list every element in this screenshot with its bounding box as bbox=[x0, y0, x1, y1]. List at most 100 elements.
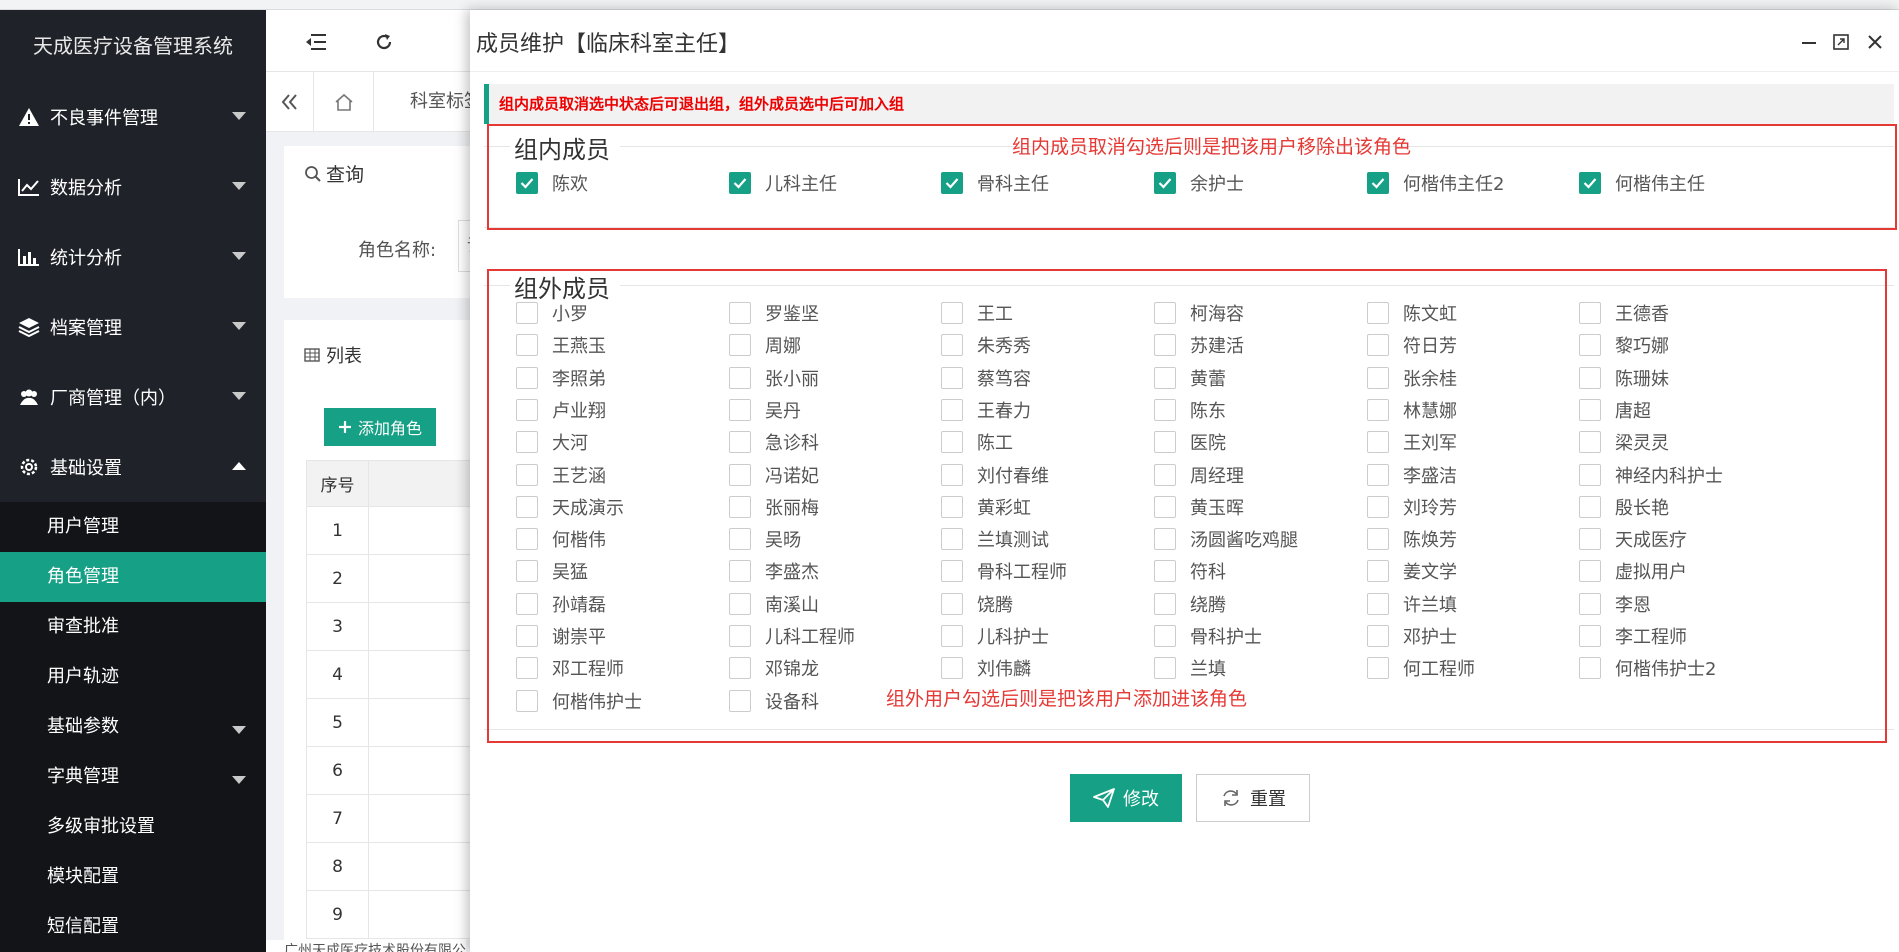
refresh-icon[interactable] bbox=[370, 28, 398, 56]
checkbox[interactable] bbox=[516, 463, 538, 486]
checkbox[interactable] bbox=[1579, 528, 1601, 551]
sidebar-item-user-management[interactable]: 用户管理 bbox=[0, 502, 266, 552]
out-group-member[interactable]: 黎巧娜 bbox=[1579, 332, 1669, 358]
checkbox[interactable] bbox=[516, 528, 538, 551]
sidebar-item-basic-params[interactable]: 基础参数 bbox=[0, 702, 266, 752]
tab-scroll-left-icon[interactable] bbox=[266, 72, 314, 132]
sidebar-item-module-config[interactable]: 模块配置 bbox=[0, 852, 266, 902]
checkbox[interactable] bbox=[1579, 560, 1601, 583]
checkbox[interactable] bbox=[516, 657, 538, 680]
out-group-member[interactable]: 林慧娜 bbox=[1367, 397, 1457, 423]
checkbox[interactable] bbox=[1367, 625, 1389, 647]
checkbox[interactable] bbox=[941, 495, 963, 518]
out-group-member[interactable]: 王刘军 bbox=[1367, 429, 1457, 455]
checkbox[interactable] bbox=[1579, 366, 1601, 389]
checkbox[interactable] bbox=[1579, 398, 1601, 421]
checkbox[interactable] bbox=[729, 366, 751, 389]
checkbox-checked[interactable] bbox=[1367, 172, 1389, 194]
out-group-member[interactable]: 陈东 bbox=[1154, 397, 1226, 423]
out-group-member[interactable]: 骨科工程师 bbox=[941, 558, 1067, 584]
out-group-member[interactable]: 何楷伟护士2 bbox=[1579, 655, 1716, 681]
out-group-member[interactable]: 孙靖磊 bbox=[516, 591, 606, 617]
out-group-member[interactable]: 蔡笃容 bbox=[941, 365, 1031, 391]
menu-basic-settings[interactable]: 基础设置 bbox=[0, 432, 266, 502]
checkbox[interactable] bbox=[729, 592, 751, 615]
checkbox-checked[interactable] bbox=[1154, 172, 1176, 194]
out-group-member[interactable]: 陈文虹 bbox=[1367, 300, 1457, 326]
out-group-member[interactable]: 张余桂 bbox=[1367, 365, 1457, 391]
checkbox[interactable] bbox=[1367, 657, 1389, 680]
in-group-member[interactable]: 余护士 bbox=[1154, 170, 1244, 196]
out-group-member[interactable]: 卢业翔 bbox=[516, 397, 606, 423]
checkbox[interactable] bbox=[729, 657, 751, 680]
collapse-menu-icon[interactable] bbox=[302, 28, 330, 56]
checkbox-checked[interactable] bbox=[516, 172, 538, 194]
out-group-member[interactable]: 张丽梅 bbox=[729, 494, 819, 520]
out-group-member[interactable]: 邓护士 bbox=[1367, 623, 1457, 649]
out-group-member[interactable]: 设备科 bbox=[729, 688, 819, 714]
sidebar-item-sms-config[interactable]: 短信配置 bbox=[0, 902, 266, 952]
checkbox[interactable] bbox=[1367, 431, 1389, 454]
checkbox[interactable] bbox=[729, 334, 751, 357]
checkbox[interactable] bbox=[729, 625, 751, 647]
out-group-member[interactable]: 兰填 bbox=[1154, 655, 1226, 681]
checkbox[interactable] bbox=[516, 431, 538, 454]
out-group-member[interactable]: 邓锦龙 bbox=[729, 655, 819, 681]
menu-adverse-events[interactable]: 不良事件管理 bbox=[0, 82, 266, 152]
home-icon[interactable] bbox=[314, 72, 374, 132]
checkbox-checked[interactable] bbox=[729, 172, 751, 194]
checkbox[interactable] bbox=[516, 689, 538, 712]
out-group-member[interactable]: 兰填测试 bbox=[941, 526, 1049, 552]
out-group-member[interactable]: 南溪山 bbox=[729, 591, 819, 617]
out-group-member[interactable]: 符日芳 bbox=[1367, 332, 1457, 358]
out-group-member[interactable]: 急诊科 bbox=[729, 429, 819, 455]
checkbox[interactable] bbox=[941, 657, 963, 680]
checkbox-checked[interactable] bbox=[1579, 172, 1601, 194]
checkbox[interactable] bbox=[1154, 463, 1176, 486]
out-group-member[interactable]: 神经内科护士 bbox=[1579, 462, 1723, 488]
minimize-icon[interactable] bbox=[1797, 30, 1821, 54]
checkbox[interactable] bbox=[729, 495, 751, 518]
checkbox[interactable] bbox=[941, 431, 963, 454]
checkbox[interactable] bbox=[1154, 431, 1176, 454]
out-group-member[interactable]: 黄玉晖 bbox=[1154, 494, 1244, 520]
out-group-member[interactable]: 黄彩虹 bbox=[941, 494, 1031, 520]
sidebar-item-review-approval[interactable]: 审查批准 bbox=[0, 602, 266, 652]
out-group-member[interactable]: 天成演示 bbox=[516, 494, 624, 520]
out-group-member[interactable]: 邓工程师 bbox=[516, 655, 624, 681]
out-group-member[interactable]: 罗鉴坚 bbox=[729, 300, 819, 326]
out-group-member[interactable]: 黄蕾 bbox=[1154, 365, 1226, 391]
checkbox[interactable] bbox=[1367, 560, 1389, 583]
checkbox[interactable] bbox=[941, 398, 963, 421]
in-group-member[interactable]: 骨科主任 bbox=[941, 170, 1049, 196]
checkbox[interactable] bbox=[516, 334, 538, 357]
out-group-member[interactable]: 唐超 bbox=[1579, 397, 1651, 423]
checkbox[interactable] bbox=[1367, 366, 1389, 389]
out-group-member[interactable]: 绕腾 bbox=[1154, 591, 1226, 617]
checkbox[interactable] bbox=[1154, 398, 1176, 421]
out-group-member[interactable]: 小罗 bbox=[516, 300, 588, 326]
out-group-member[interactable]: 汤圆酱吃鸡腿 bbox=[1154, 526, 1298, 552]
out-group-member[interactable]: 刘付春维 bbox=[941, 462, 1049, 488]
checkbox[interactable] bbox=[1579, 463, 1601, 486]
checkbox[interactable] bbox=[729, 398, 751, 421]
out-group-member[interactable]: 李盛洁 bbox=[1367, 462, 1457, 488]
out-group-member[interactable]: 饶腾 bbox=[941, 591, 1013, 617]
out-group-member[interactable]: 何工程师 bbox=[1367, 655, 1475, 681]
checkbox[interactable] bbox=[1579, 431, 1601, 454]
checkbox-checked[interactable] bbox=[941, 172, 963, 194]
checkbox[interactable] bbox=[1579, 625, 1601, 647]
out-group-member[interactable]: 虚拟用户 bbox=[1579, 558, 1687, 584]
out-group-member[interactable]: 何楷伟 bbox=[516, 526, 606, 552]
checkbox[interactable] bbox=[1154, 366, 1176, 389]
checkbox[interactable] bbox=[1579, 495, 1601, 518]
checkbox[interactable] bbox=[1579, 334, 1601, 357]
sidebar-item-multilevel-approval[interactable]: 多级审批设置 bbox=[0, 802, 266, 852]
checkbox[interactable] bbox=[1154, 528, 1176, 551]
checkbox[interactable] bbox=[1367, 528, 1389, 551]
checkbox[interactable] bbox=[516, 592, 538, 615]
close-icon[interactable] bbox=[1863, 30, 1887, 54]
out-group-member[interactable]: 符科 bbox=[1154, 558, 1226, 584]
checkbox[interactable] bbox=[941, 334, 963, 357]
checkbox[interactable] bbox=[729, 528, 751, 551]
